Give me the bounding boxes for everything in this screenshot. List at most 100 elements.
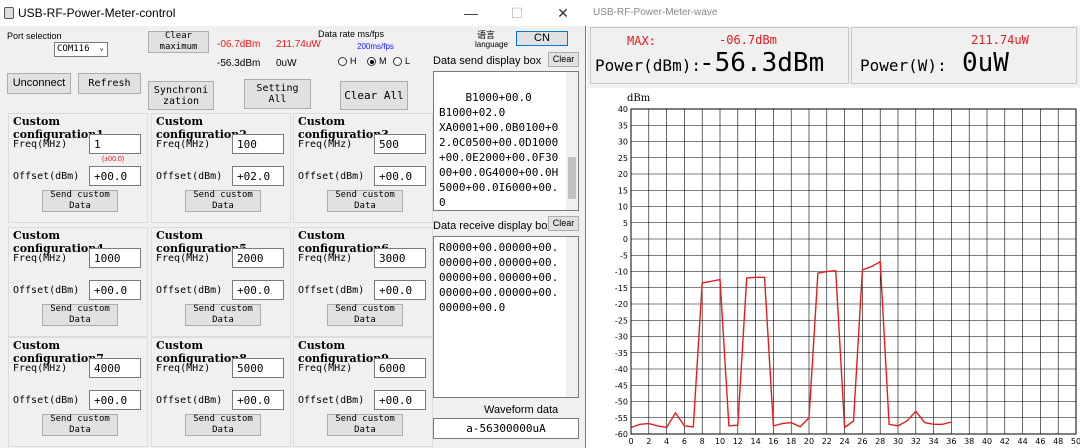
x-tick-label: 24: [840, 437, 850, 446]
send-display-box[interactable]: B1000+00.0 B1000+02.0 XA0001+00.0B0100+0…: [433, 71, 579, 211]
minimize-icon[interactable]: —: [448, 0, 494, 26]
x-tick-label: 10: [715, 437, 725, 446]
radio-medium[interactable]: [367, 57, 376, 66]
x-tick-label: 4: [664, 437, 669, 446]
freq-input[interactable]: 500: [374, 134, 426, 154]
y-tick-label: 5: [623, 219, 628, 228]
close-icon[interactable]: ✕: [540, 0, 586, 26]
freq-label: Freq(MHz): [156, 253, 211, 264]
clear-maximum-button[interactable]: Clear maximum: [148, 31, 209, 53]
freq-label: Freq(MHz): [156, 363, 211, 374]
y-tick-label: 40: [618, 105, 628, 114]
refresh-button[interactable]: Refresh: [78, 73, 141, 94]
app-icon: [4, 7, 14, 19]
x-tick-label: 6: [682, 437, 687, 446]
send-custom-data-button[interactable]: Send custom Data: [327, 414, 403, 436]
x-tick-label: 26: [857, 437, 867, 446]
x-tick-label: 36: [946, 437, 956, 446]
freq-input[interactable]: 5000: [232, 358, 284, 378]
radio-high-label: H: [350, 56, 357, 66]
x-tick-label: 32: [911, 437, 921, 446]
freq-input[interactable]: 3000: [374, 248, 426, 268]
unconnect-button[interactable]: Unconnect: [7, 73, 71, 94]
send-box-scroll-thumb[interactable]: [568, 157, 576, 199]
offset-label: Offset(dBm): [298, 285, 365, 296]
send-custom-data-button[interactable]: Send custom Data: [42, 190, 118, 212]
offset-input[interactable]: +02.0: [232, 166, 284, 186]
custom-config-6: Custom configuration6 Freq(MHz) 3000 Offset…: [293, 227, 433, 337]
freq-input[interactable]: 1: [89, 134, 141, 154]
offset-input[interactable]: +00.0: [232, 280, 284, 300]
freq-input[interactable]: 2000: [232, 248, 284, 268]
freq-input[interactable]: 4000: [89, 358, 141, 378]
offset-input[interactable]: +00.0: [374, 390, 426, 410]
x-tick-label: 20: [804, 437, 814, 446]
send-box-scrollbar[interactable]: [566, 72, 578, 210]
send-custom-data-button[interactable]: Send custom Data: [42, 414, 118, 436]
send-custom-data-button[interactable]: Send custom Data: [327, 304, 403, 326]
y-tick-label: 15: [618, 186, 628, 195]
power-w-panel: 211.74uW Power(W): 0uW: [851, 27, 1077, 84]
power-dbm-value: -56.3dBm: [699, 48, 825, 78]
synchronization-button[interactable]: Synchroni zation: [148, 81, 214, 110]
setting-all-button[interactable]: Setting All: [244, 79, 311, 109]
offset-label: Offset(dBm): [13, 395, 80, 406]
freq-input[interactable]: 1000: [89, 248, 141, 268]
port-selection-label: Port selection: [7, 31, 62, 41]
y-tick-label: -10: [615, 268, 628, 277]
x-tick-label: 8: [700, 437, 705, 446]
offset-label: Offset(dBm): [156, 285, 223, 296]
x-tick-label: 50: [1071, 437, 1080, 446]
port-select-value: COM116: [57, 44, 90, 54]
current-uw-text: 0uW: [276, 58, 297, 69]
port-select[interactable]: COM116 ⌄: [54, 42, 108, 57]
y-tick-label: -55: [615, 414, 628, 423]
radio-medium-label: M: [379, 56, 387, 66]
freq-label: Freq(MHz): [13, 253, 68, 264]
custom-config-7: Custom configuration7 Freq(MHz) 4000 Offset…: [8, 337, 148, 447]
power-w-value: 0uW: [962, 48, 1009, 78]
max-dbm-text: -06.7dBm: [217, 39, 261, 50]
receive-display-box[interactable]: R0000+00.00000+00.00000+00.00000+00.0000…: [433, 236, 579, 398]
offset-label: Offset(dBm): [298, 171, 365, 182]
x-tick-label: 12: [733, 437, 743, 446]
offset-label: Offset(dBm): [13, 285, 80, 296]
offset-input[interactable]: +00.0: [89, 166, 141, 186]
send-custom-data-button[interactable]: Send custom Data: [185, 304, 261, 326]
offset-label: Offset(dBm): [298, 395, 365, 406]
custom-config-9: Custom configuration9 Freq(MHz) 6000 Offset…: [293, 337, 433, 447]
x-tick-label: 14: [751, 437, 761, 446]
waveform-data-field[interactable]: a-56300000uA: [433, 418, 579, 439]
offset-input[interactable]: +00.0: [232, 390, 284, 410]
custom-config-5: Custom configuration5 Freq(MHz) 2000 Offset…: [151, 227, 291, 337]
x-tick-label: 44: [1018, 437, 1028, 446]
y-tick-label: -40: [615, 365, 628, 374]
radio-low[interactable]: [393, 57, 402, 66]
wave-window-title: USB-RF-Power-Meter-wave: [593, 7, 718, 18]
y-tick-label: -30: [615, 333, 628, 342]
y-tick-label: 25: [618, 154, 628, 163]
send-custom-data-button[interactable]: Send custom Data: [185, 190, 261, 212]
offset-input[interactable]: +00.0: [89, 280, 141, 300]
custom-config-2: Custom configuration2 Freq(MHz) 100 Offset(…: [151, 113, 291, 223]
x-tick-label: 46: [1035, 437, 1045, 446]
send-custom-data-button[interactable]: Send custom Data: [185, 414, 261, 436]
control-title-bar: USB-RF-Power-Meter-control — ☐ ✕: [0, 0, 586, 26]
send-box-clear-button[interactable]: Clear: [548, 52, 579, 67]
y-tick-label: -45: [615, 381, 628, 390]
radio-high[interactable]: [338, 57, 347, 66]
offset-input[interactable]: +00.0: [374, 166, 426, 186]
offset-input[interactable]: +00.0: [89, 390, 141, 410]
clear-all-button[interactable]: Clear All: [340, 81, 408, 110]
send-custom-data-button[interactable]: Send custom Data: [42, 304, 118, 326]
freq-input[interactable]: 100: [232, 134, 284, 154]
language-button[interactable]: CN: [516, 31, 568, 46]
max-label: MAX:: [627, 34, 656, 48]
offset-input[interactable]: +00.0: [374, 280, 426, 300]
freq-input[interactable]: 6000: [374, 358, 426, 378]
custom-config-3: Custom configuration3 Freq(MHz) 500 Offset(…: [293, 113, 433, 223]
send-custom-data-button[interactable]: Send custom Data: [327, 190, 403, 212]
receive-box-scrollbar[interactable]: [566, 237, 578, 397]
receive-box-clear-button[interactable]: Clear: [548, 216, 579, 231]
power-dbm-label: Power(dBm):: [595, 56, 701, 75]
